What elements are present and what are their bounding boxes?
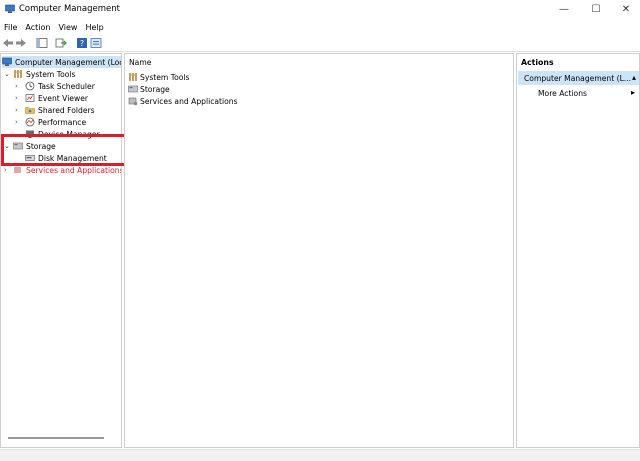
tree-item-label: Event Viewer <box>38 93 88 103</box>
close-button[interactable]: ✕ <box>612 0 640 19</box>
system-tools-icon <box>14 70 22 78</box>
system-tools-icon <box>129 73 137 81</box>
services-icon <box>14 167 21 173</box>
list-item-system-tools[interactable]: System Tools <box>128 71 189 83</box>
chevron-right-icon[interactable]: › <box>15 82 18 90</box>
export-list-icon[interactable] <box>55 37 67 49</box>
menu-view[interactable]: View <box>58 23 77 32</box>
services-icon <box>128 97 138 106</box>
tree-item-label: Performance <box>38 117 87 127</box>
menu-bar: File Action View Help <box>0 19 640 35</box>
console-tree-icon[interactable] <box>36 37 48 49</box>
menu-file[interactable]: File <box>4 23 17 32</box>
storage-icon <box>128 85 138 93</box>
results-pane: Name System Tools Storage Services and A… <box>124 53 514 448</box>
more-actions-link[interactable]: More Actions <box>538 89 587 98</box>
tree-item-event-viewer[interactable]: › Event Viewer <box>15 92 88 104</box>
chevron-right-icon[interactable]: › <box>15 94 18 102</box>
window-title: Computer Management <box>19 4 120 14</box>
tree-item-performance[interactable]: › Performance <box>15 116 86 128</box>
list-item-label: Services and Applications <box>140 96 238 106</box>
chevron-right-icon[interactable]: › <box>4 166 7 174</box>
list-item-services-and-applications[interactable]: Services and Applications <box>128 95 238 107</box>
chevron-right-icon[interactable]: ▸ <box>631 88 635 97</box>
tree-item-task-scheduler[interactable]: › Task Scheduler <box>15 80 95 92</box>
performance-icon <box>25 117 35 127</box>
chevron-right-icon[interactable]: › <box>15 106 18 114</box>
tree-item-label: System Tools <box>26 69 76 79</box>
chevron-right-icon[interactable]: › <box>15 118 18 126</box>
tree-item-label: Services and Applications <box>26 165 122 175</box>
event-viewer-icon <box>25 94 35 102</box>
shared-folder-icon <box>25 107 35 114</box>
list-item-label: Storage <box>140 84 170 94</box>
maximize-button[interactable]: ☐ <box>582 0 610 19</box>
menu-help[interactable]: Help <box>85 23 103 32</box>
properties-icon[interactable] <box>90 37 102 49</box>
list-item-storage[interactable]: Storage <box>128 83 170 95</box>
forward-arrow-icon[interactable] <box>15 37 27 49</box>
tree-item-label: Shared Folders <box>38 105 95 115</box>
task-scheduler-icon <box>25 81 35 91</box>
help-icon[interactable]: ? <box>76 37 88 49</box>
chevron-down-icon[interactable]: ⌄ <box>4 70 10 78</box>
tree-item-shared-folders[interactable]: › Shared Folders <box>15 104 95 116</box>
minimize-button[interactable]: — <box>550 0 578 19</box>
actions-group-label: Computer Management (L... <box>524 73 632 83</box>
actions-group-computer-management[interactable]: Computer Management (L... ▴ <box>518 71 639 85</box>
actions-pane: Actions Computer Management (L... ▴ More… <box>516 53 640 448</box>
collapse-arrow-icon[interactable]: ▴ <box>632 73 636 82</box>
back-arrow-icon[interactable] <box>2 37 14 49</box>
status-bar <box>0 449 640 461</box>
menu-action[interactable]: Action <box>25 23 50 32</box>
horizontal-scrollbar[interactable] <box>8 437 104 439</box>
computer-management-icon <box>5 4 15 13</box>
actions-title: Actions <box>521 58 554 67</box>
console-tree-pane: Computer Management (Local ⌄ System Tool… <box>0 53 122 448</box>
highlight-box <box>1 134 127 166</box>
svg-text:?: ? <box>80 39 84 48</box>
toolbar: ? <box>0 35 640 52</box>
title-bar: Computer Management — ☐ ✕ <box>0 0 640 19</box>
tree-item-label: Computer Management (Local <box>15 57 122 67</box>
tree-item-system-tools[interactable]: ⌄ System Tools <box>4 68 75 80</box>
tree-item-label: Task Scheduler <box>38 81 95 91</box>
list-item-label: System Tools <box>140 72 190 82</box>
column-header-name[interactable]: Name <box>129 58 151 67</box>
tree-item-computer-management[interactable]: Computer Management (Local <box>2 56 122 68</box>
computer-icon <box>2 57 12 66</box>
